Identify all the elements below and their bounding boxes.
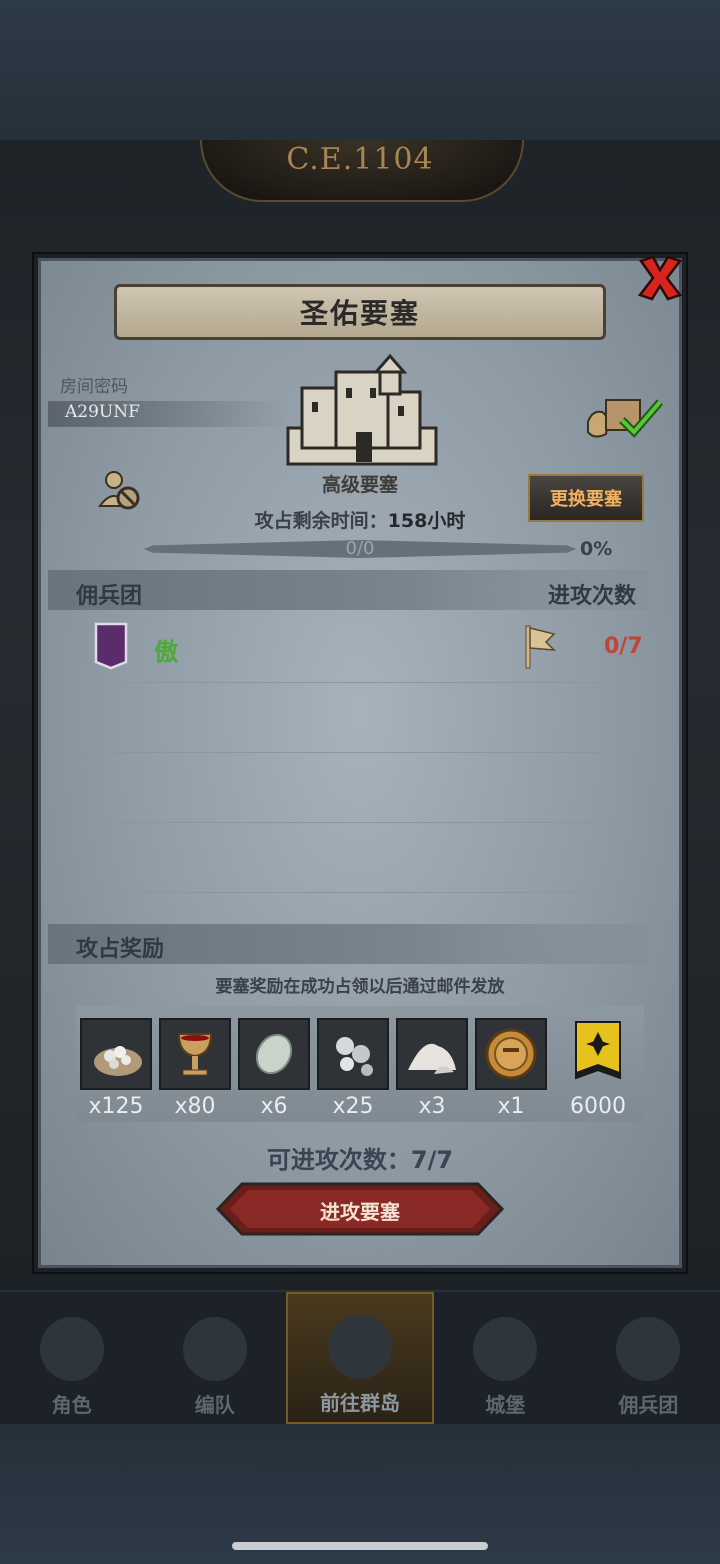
- compass-icon: [328, 1315, 392, 1379]
- nav-label: 角色: [51, 1393, 92, 1417]
- mercenary-section-title: 佣兵团: [76, 584, 143, 609]
- reward-section-title: 攻占奖励: [76, 937, 165, 962]
- row-divider: [70, 682, 660, 683]
- fortress-castle-icon: [286, 353, 438, 466]
- attack-fortress-label: 进攻要塞: [320, 1200, 400, 1224]
- reward-qty: x3: [418, 1094, 446, 1119]
- nav-item-formation[interactable]: 编队: [143, 1292, 286, 1424]
- reward-slot: [396, 1018, 468, 1090]
- reward-slot: [562, 1018, 634, 1090]
- bottom-nav: 角色 编队 前往群岛 城堡 佣兵团: [0, 1292, 720, 1424]
- time-remaining-value: 158小时: [387, 510, 466, 532]
- reward-qty: x25: [332, 1094, 374, 1119]
- progress-percent: 0%: [580, 538, 613, 560]
- gem-stone-icon: [255, 1033, 293, 1075]
- change-fortress-button[interactable]: 更换要塞: [528, 474, 644, 522]
- goblet-icon: [177, 1033, 213, 1076]
- time-remaining: 攻占剩余时间：158小时: [200, 506, 520, 533]
- reward-slot: [475, 1018, 547, 1090]
- fortress-type: 高级要塞: [321, 474, 398, 496]
- reward-slot: [159, 1018, 231, 1090]
- nav-item-islands[interactable]: 前往群岛: [286, 1292, 434, 1424]
- close-icon: [637, 255, 683, 301]
- nav-label: 城堡: [485, 1393, 526, 1417]
- row-divider: [70, 822, 660, 823]
- top-backdrop: [0, 0, 720, 140]
- guild-attack-count: 0/7: [604, 634, 643, 659]
- reward-item[interactable]: x25: [317, 1018, 389, 1119]
- reward-qty: 6000: [570, 1094, 626, 1119]
- reward-qty: x6: [260, 1094, 288, 1119]
- supply-checked-icon[interactable]: [584, 394, 664, 442]
- reward-qty: x125: [88, 1094, 144, 1119]
- ore-bag-icon: [94, 1046, 142, 1076]
- silver-orbs-icon: [336, 1037, 373, 1076]
- nav-item-character[interactable]: 角色: [0, 1292, 143, 1424]
- close-button[interactable]: [632, 250, 688, 306]
- nav-label: 前往群岛: [320, 1391, 400, 1415]
- knight-medal-icon: [485, 1028, 537, 1080]
- nav-label: 佣兵团: [618, 1393, 679, 1417]
- helmet-icon: [182, 1317, 247, 1381]
- row-divider: [70, 892, 660, 893]
- time-remaining-label: 攻占剩余时间：: [254, 510, 388, 532]
- home-indicator[interactable]: [232, 1542, 488, 1550]
- guild-banner-icon: [575, 1021, 621, 1080]
- reward-item[interactable]: x1: [475, 1018, 547, 1119]
- guild-name[interactable]: 傲: [154, 632, 178, 667]
- castle-nav-icon: [473, 1317, 538, 1381]
- salt-pile-icon: [408, 1043, 456, 1074]
- reward-item[interactable]: 6000: [562, 1018, 634, 1119]
- room-code-label: 房间密码: [60, 377, 128, 397]
- ship-icon: [616, 1317, 681, 1381]
- attack-count-title: 进攻次数: [548, 584, 637, 609]
- knight-icon: [39, 1317, 104, 1381]
- reward-slot: [80, 1018, 152, 1090]
- reward-item[interactable]: x80: [159, 1018, 231, 1119]
- reward-qty: x1: [497, 1094, 525, 1119]
- reward-slot: [238, 1018, 310, 1090]
- modal-title: 圣佑要塞: [114, 284, 606, 340]
- reward-list: x125 x80 x6 x25 x3 x1 6000: [76, 1006, 644, 1122]
- row-divider: [70, 752, 660, 753]
- reward-note: 要塞奖励在成功占领以后通过邮件发放: [215, 977, 505, 997]
- reward-item[interactable]: x3: [396, 1018, 468, 1119]
- reward-item[interactable]: x6: [238, 1018, 310, 1119]
- reward-slot: [317, 1018, 389, 1090]
- nav-item-castle[interactable]: 城堡: [434, 1292, 577, 1424]
- reward-qty: x80: [174, 1094, 216, 1119]
- attack-flag-icon: [525, 625, 556, 669]
- era-label: C.E.1104: [286, 142, 434, 177]
- nav-label: 编队: [194, 1393, 235, 1417]
- leave-guild-icon[interactable]: [96, 466, 144, 514]
- remaining-attacks: 可进攻次数：7/7: [266, 1146, 454, 1174]
- nav-item-mercenary[interactable]: 佣兵团: [577, 1292, 720, 1424]
- reward-item[interactable]: x125: [80, 1018, 152, 1119]
- guild-emblem-icon: [94, 622, 128, 670]
- progress-text: 0/0: [345, 538, 375, 559]
- room-code[interactable]: A29UNF: [65, 402, 140, 422]
